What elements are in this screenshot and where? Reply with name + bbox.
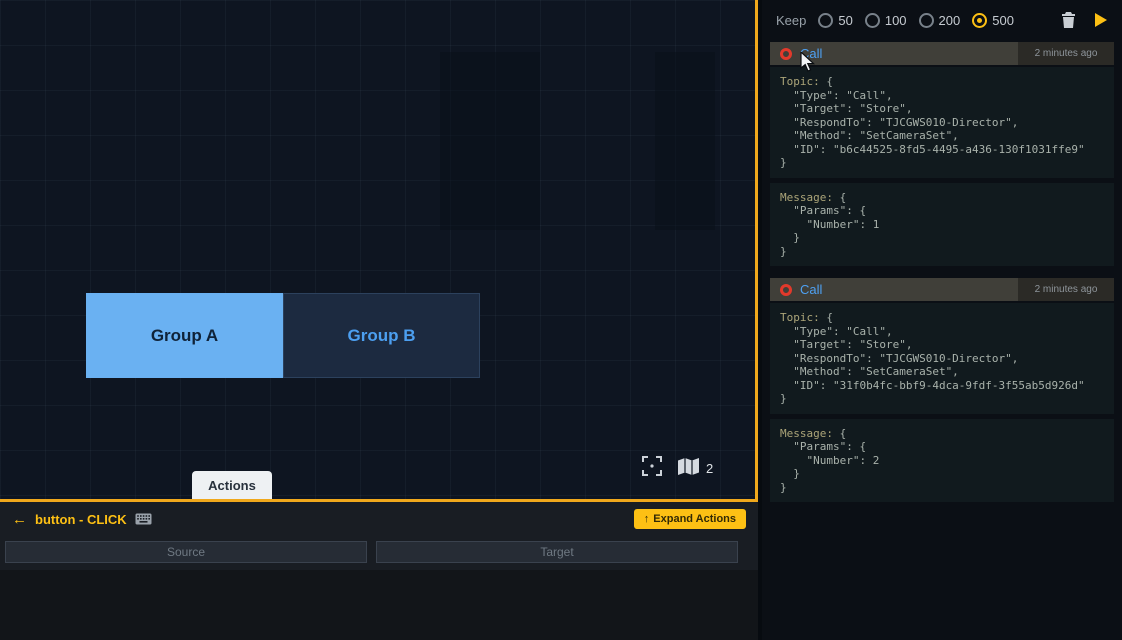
message-block: Message: { "Params": { "Number": 2 } }	[770, 419, 1114, 503]
play-icon	[1094, 12, 1108, 28]
expand-arrow-icon: ↑	[644, 513, 650, 525]
message-card: Call 2 minutes ago Topic: { "Type": "Cal…	[770, 42, 1114, 266]
action-title: button - CLICK	[35, 512, 127, 527]
radio-icon	[919, 13, 934, 28]
topic-label: Topic:	[780, 311, 826, 324]
topic-block: Topic: { "Type": "Call", "Target": "Stor…	[770, 67, 1114, 178]
radio-icon	[865, 13, 880, 28]
keep-option-500-label: 500	[992, 13, 1014, 28]
radio-icon	[972, 13, 987, 28]
keep-option-500[interactable]: 500	[972, 13, 1014, 28]
topic-json: { "Type": "Call", "Target": "Store", "Re…	[780, 75, 1085, 169]
keep-option-200[interactable]: 200	[919, 13, 961, 28]
actions-panel: ← button - CLICK ↑ Expand Actions	[0, 502, 758, 640]
group-b-button[interactable]: Group B	[283, 293, 480, 378]
topic-label: Topic:	[780, 75, 826, 88]
play-button[interactable]	[1094, 12, 1108, 28]
canvas-viewport[interactable]: Group A Group B 2 Actions	[0, 0, 758, 502]
actions-panel-body	[0, 570, 758, 640]
message-log-panel: Keep 50 100 200 500	[762, 0, 1122, 640]
message-label: Message:	[780, 427, 840, 440]
message-timestamp: 2 minutes ago	[1018, 42, 1114, 65]
message-card-header: Call 2 minutes ago	[770, 278, 1114, 301]
keep-label: Keep	[776, 13, 806, 28]
expand-actions-button[interactable]: ↑ Expand Actions	[634, 509, 746, 529]
keep-option-200-label: 200	[939, 13, 961, 28]
call-status-icon	[780, 48, 792, 60]
keep-option-100[interactable]: 100	[865, 13, 907, 28]
target-input[interactable]	[376, 541, 738, 563]
radio-icon	[818, 13, 833, 28]
message-list: Call 2 minutes ago Topic: { "Type": "Cal…	[762, 40, 1122, 516]
ghost-tile	[440, 52, 540, 230]
map-icon	[678, 458, 700, 480]
canvas-toolbar: 2	[642, 456, 713, 481]
message-card-header: Call 2 minutes ago	[770, 42, 1114, 65]
back-button[interactable]: ←	[12, 511, 27, 528]
message-label: Message:	[780, 191, 840, 204]
source-target-row	[5, 541, 738, 563]
map-button[interactable]: 2	[678, 458, 713, 480]
trash-icon	[1061, 12, 1076, 29]
message-timestamp: 2 minutes ago	[1018, 278, 1114, 301]
actions-tab[interactable]: Actions	[192, 471, 272, 499]
map-count: 2	[706, 461, 713, 476]
keep-option-50[interactable]: 50	[818, 13, 852, 28]
message-card: Call 2 minutes ago Topic: { "Type": "Cal…	[770, 278, 1114, 502]
topic-block: Topic: { "Type": "Call", "Target": "Stor…	[770, 303, 1114, 414]
log-header: Keep 50 100 200 500	[762, 0, 1122, 40]
group-a-button[interactable]: Group A	[86, 293, 283, 378]
keep-option-50-label: 50	[838, 13, 852, 28]
expand-actions-label: Expand Actions	[653, 513, 736, 525]
fit-view-icon	[642, 456, 662, 481]
ghost-tile	[655, 52, 715, 230]
source-input[interactable]	[5, 541, 367, 563]
message-type-label[interactable]: Call	[800, 282, 822, 297]
topic-json: { "Type": "Call", "Target": "Store", "Re…	[780, 311, 1085, 405]
keep-option-100-label: 100	[885, 13, 907, 28]
call-status-icon	[780, 284, 792, 296]
keyboard-icon	[135, 513, 152, 525]
fit-view-button[interactable]	[642, 456, 662, 481]
message-block: Message: { "Params": { "Number": 1 } }	[770, 183, 1114, 267]
clear-log-button[interactable]	[1061, 12, 1076, 29]
message-type-label[interactable]: Call	[800, 46, 822, 61]
actions-panel-header: ← button - CLICK ↑ Expand Actions	[0, 502, 758, 536]
